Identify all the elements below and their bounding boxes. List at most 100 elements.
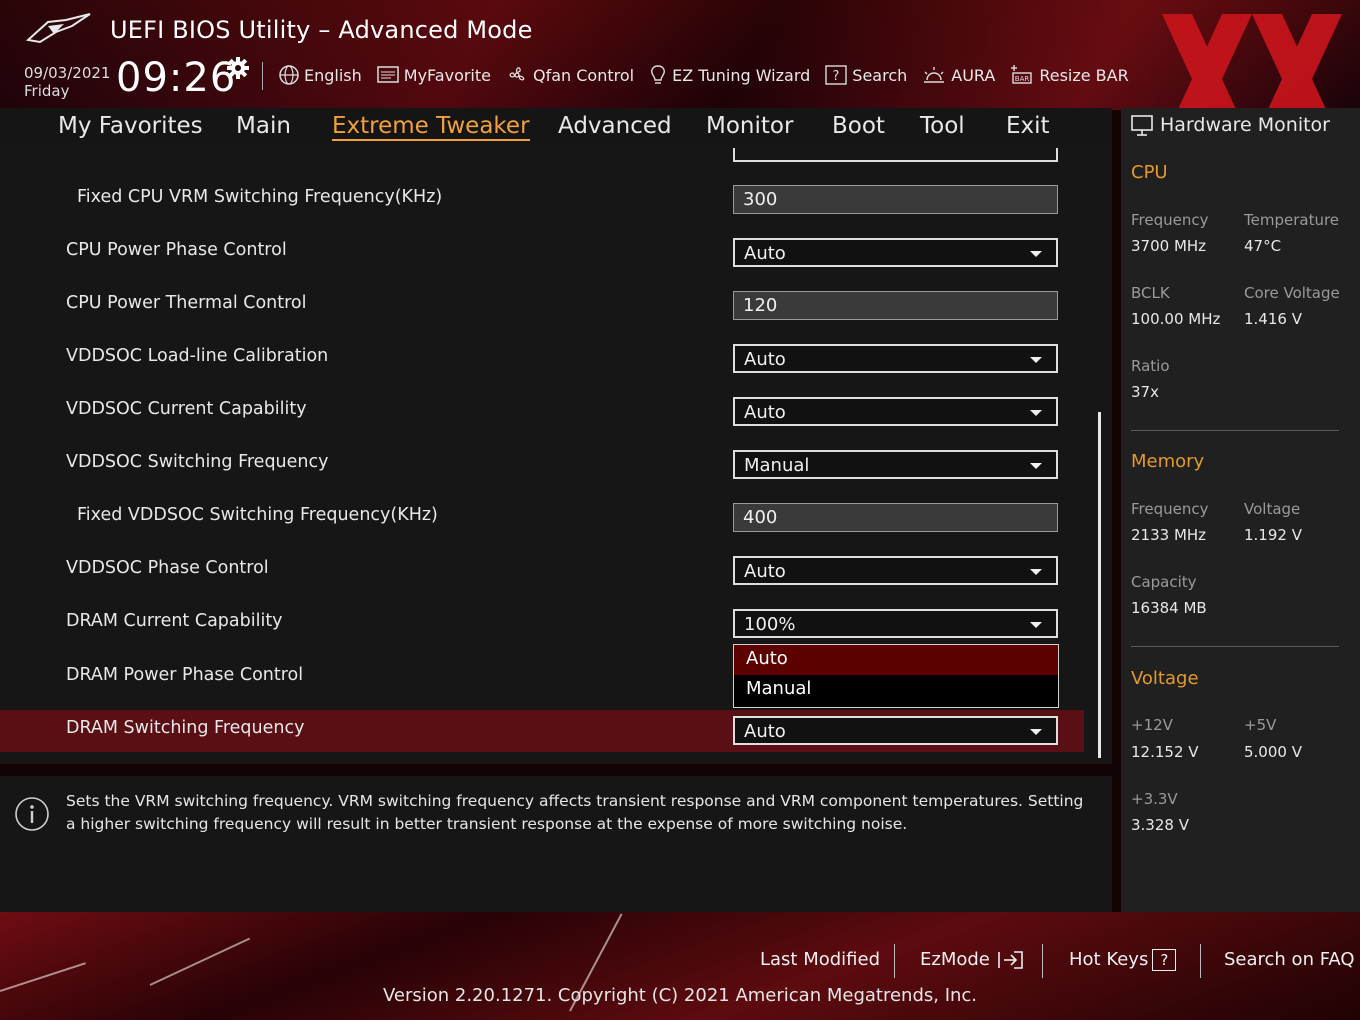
search-label: Search: [852, 65, 908, 85]
vddsoc-freq-input[interactable]: 400: [733, 503, 1058, 532]
field-value: 120: [743, 295, 778, 316]
vddsoc-switching-dropdown[interactable]: Manual: [733, 450, 1058, 479]
field-value: Manual: [744, 455, 810, 476]
chevron-down-icon: [1030, 463, 1042, 469]
tab-boot[interactable]: Boot: [832, 113, 885, 139]
cpu-temperature-value: 47°C: [1244, 237, 1282, 255]
ez-tuning-wizard-button[interactable]: EZ Tuning Wizard: [648, 62, 810, 88]
myfavorite-label: MyFavorite: [403, 65, 491, 85]
section-divider: [1131, 646, 1339, 647]
setting-label: DRAM Switching Frequency: [66, 718, 305, 738]
setting-label: DRAM Power Phase Control: [66, 665, 304, 685]
header-divider: [262, 62, 263, 90]
core-voltage-value: 1.416 V: [1244, 310, 1302, 328]
memory-frequency-label: Frequency: [1131, 500, 1209, 518]
bclk-value: 100.00 MHz: [1131, 310, 1221, 328]
last-modified-button[interactable]: Last Modified: [760, 949, 880, 970]
v12-label: +12V: [1131, 716, 1173, 734]
language-button[interactable]: English: [278, 62, 362, 88]
date-text: 09/03/2021: [24, 64, 111, 82]
option-label: Auto: [746, 648, 788, 669]
gear-icon[interactable]: [226, 56, 250, 80]
info-icon: [15, 797, 49, 831]
cpu-vrm-freq-input[interactable]: 300: [733, 185, 1058, 214]
myfavorite-button[interactable]: MyFavorite: [376, 62, 491, 88]
chevron-down-icon: [1030, 251, 1042, 257]
chevron-down-icon: [1030, 729, 1042, 735]
vddsoc-current-dropdown[interactable]: Auto: [733, 397, 1058, 426]
dram-current-dropdown[interactable]: 100%: [733, 609, 1058, 638]
tab-advanced[interactable]: Advanced: [558, 113, 672, 139]
v5-value: 5.000 V: [1244, 743, 1302, 761]
cpu-heading: CPU: [1131, 162, 1168, 183]
search-faq-button[interactable]: Search on FAQ: [1224, 949, 1355, 970]
tab-tool[interactable]: Tool: [920, 113, 965, 139]
field-value: Auto: [744, 721, 786, 742]
tab-monitor[interactable]: Monitor: [706, 113, 793, 139]
clock: 09:26: [116, 55, 237, 101]
lightbulb-icon: [651, 65, 666, 84]
setting-label: DRAM Current Capability: [66, 611, 283, 631]
cpu-thermal-input[interactable]: 120: [733, 291, 1058, 320]
cpu-power-phase-dropdown[interactable]: Auto: [733, 238, 1058, 267]
svg-text:BAR: BAR: [1015, 75, 1030, 83]
ezmode-label: EzMode: [920, 949, 990, 970]
resize-bar-icon: BAR: [1011, 65, 1033, 84]
bclk-label: BCLK: [1131, 284, 1170, 302]
globe-icon: [279, 65, 299, 85]
setting-label: CPU Power Thermal Control: [66, 293, 307, 313]
aura-icon: [924, 67, 945, 83]
hot-keys-label: Hot Keys: [1069, 949, 1149, 970]
search-button[interactable]: ? Search: [824, 62, 907, 88]
partial-setting-field[interactable]: [733, 148, 1058, 162]
v12-value: 12.152 V: [1131, 743, 1199, 761]
footer-divider: [1200, 944, 1201, 978]
dropdown-option-manual[interactable]: Manual: [734, 675, 1058, 705]
footer-divider: [1042, 944, 1043, 978]
question-key-icon: ?: [1152, 949, 1177, 971]
ratio-label: Ratio: [1131, 357, 1170, 375]
dropdown-popup: Auto Manual: [733, 644, 1059, 708]
tab-extreme-tweaker[interactable]: Extreme Tweaker: [332, 113, 530, 141]
memory-voltage-label: Voltage: [1244, 500, 1301, 518]
memory-heading: Memory: [1131, 451, 1205, 472]
dropdown-option-auto[interactable]: Auto: [734, 645, 1058, 675]
ez-tuning-label: EZ Tuning Wizard: [672, 65, 811, 85]
option-label: Manual: [746, 678, 812, 699]
tab-exit[interactable]: Exit: [1006, 113, 1050, 139]
question-box-icon: ?: [825, 65, 847, 85]
qfan-control-button[interactable]: Qfan Control: [505, 62, 634, 88]
vddsoc-llc-dropdown[interactable]: Auto: [733, 344, 1058, 373]
qfan-label: Qfan Control: [533, 65, 635, 85]
day-text: Friday: [24, 82, 70, 100]
footer-divider: [894, 944, 895, 978]
dram-switching-dropdown[interactable]: Auto: [733, 716, 1058, 745]
field-value: Auto: [744, 402, 786, 423]
field-value: Auto: [744, 243, 786, 264]
hot-keys-button[interactable]: Hot Keys?: [1069, 949, 1177, 971]
resize-bar-button[interactable]: BAR Resize BAR: [1009, 62, 1129, 88]
date-display: 09/03/2021 Friday: [24, 64, 110, 100]
resize-bar-label: Resize BAR: [1039, 65, 1129, 85]
v33-label: +3.3V: [1131, 790, 1178, 808]
chevron-down-icon: [1030, 357, 1042, 363]
field-value: Auto: [744, 349, 786, 370]
chevron-down-icon: [1030, 622, 1042, 628]
ezmode-button[interactable]: EzMode: [920, 949, 1026, 971]
tab-main[interactable]: Main: [236, 113, 291, 139]
help-text: Sets the VRM switching frequency. VRM sw…: [66, 792, 1084, 833]
scrollbar[interactable]: [1098, 412, 1101, 758]
vddsoc-phase-dropdown[interactable]: Auto: [733, 556, 1058, 585]
hardware-monitor-title: Hardware Monitor: [1160, 114, 1330, 136]
exit-arrow-icon: [997, 951, 1023, 969]
field-value: 100%: [744, 614, 796, 635]
aura-button[interactable]: AURA: [921, 62, 995, 88]
setting-label: VDDSOC Phase Control: [66, 558, 269, 578]
section-divider: [1131, 430, 1339, 431]
field-value: Auto: [744, 561, 786, 582]
tab-my-favorites[interactable]: My Favorites: [58, 113, 203, 139]
ratio-value: 37x: [1131, 383, 1159, 401]
app-title: UEFI BIOS Utility – Advanced Mode: [110, 16, 533, 44]
rog-logo-icon: [26, 13, 91, 44]
capacity-label: Capacity: [1131, 573, 1197, 591]
